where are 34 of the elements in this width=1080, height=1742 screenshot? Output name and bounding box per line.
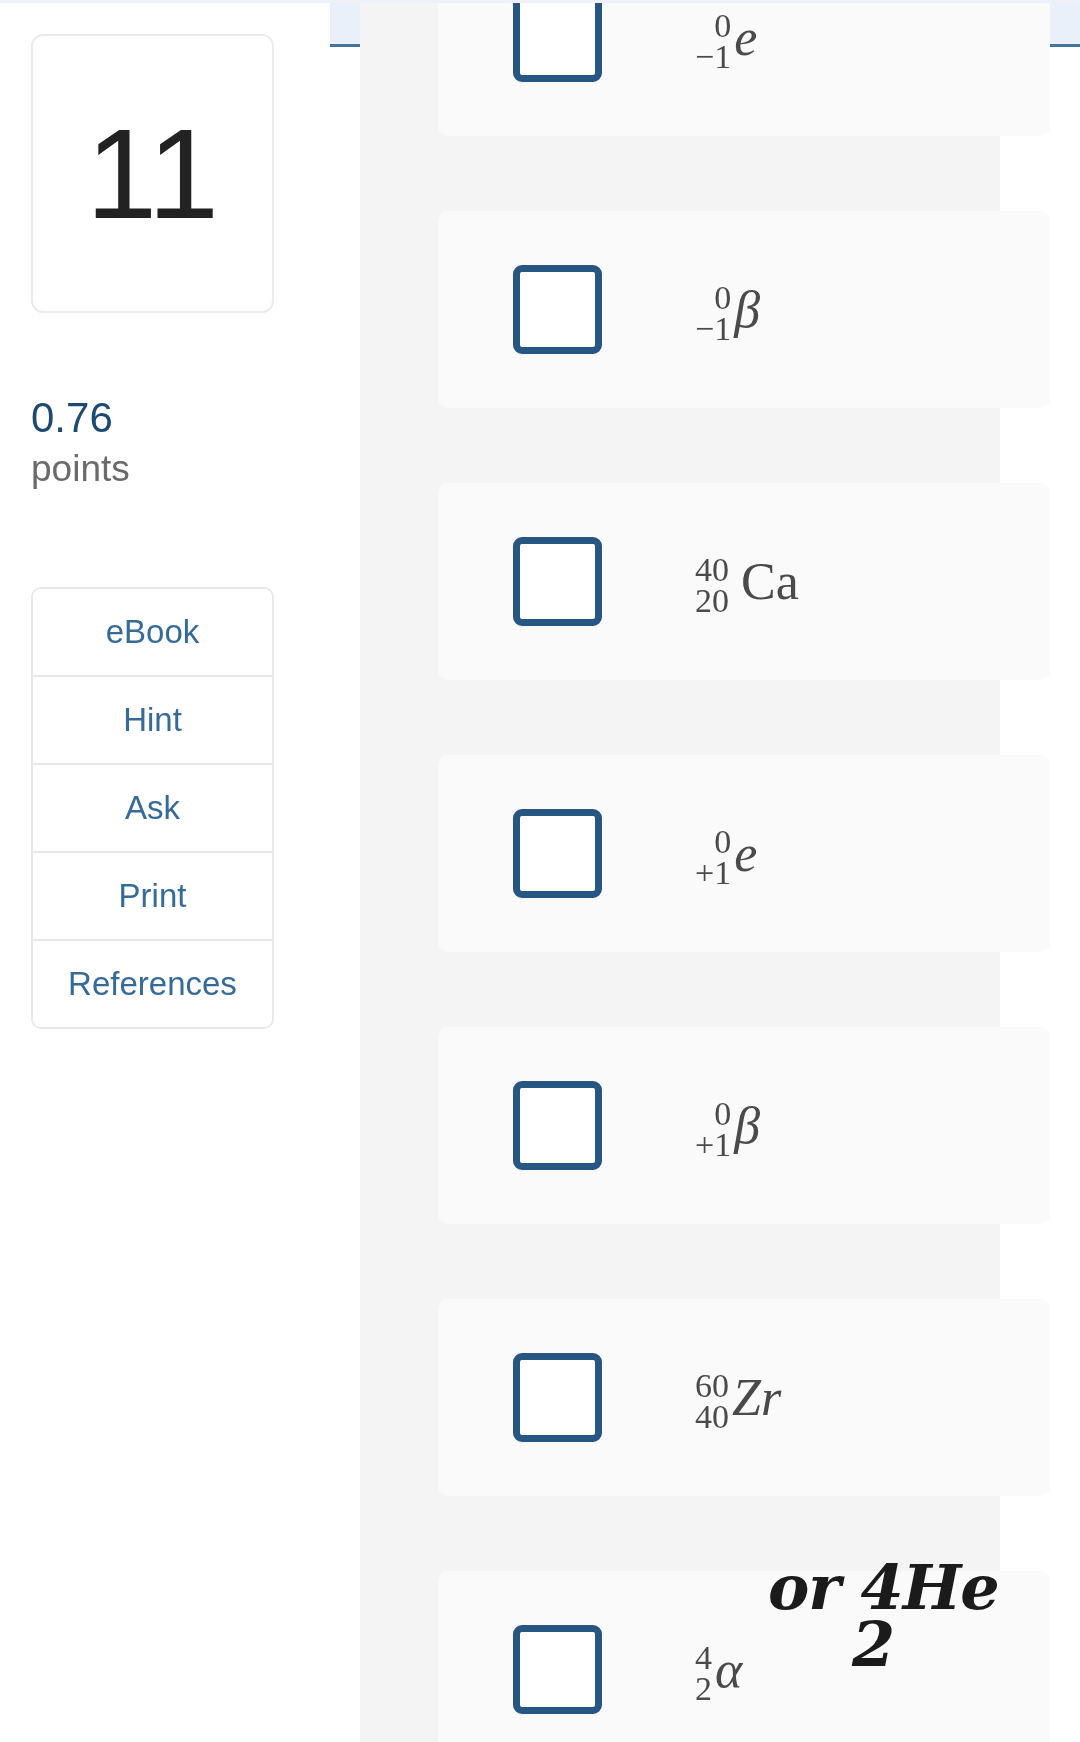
handwritten-note-subscript: 2 [852, 1617, 896, 1673]
nuclide-symbol: α [715, 1639, 743, 1700]
mass-number: 0 [714, 825, 732, 857]
mass-number: 0 [714, 9, 732, 41]
atomic-number: 20 [695, 584, 729, 616]
mass-number: 0 [714, 1097, 732, 1129]
nuclide-symbol: Ca [741, 551, 799, 612]
mass-number: 60 [695, 1369, 729, 1401]
checkbox[interactable] [513, 1625, 602, 1714]
atomic-number: +1 [695, 1128, 732, 1160]
checkbox[interactable] [513, 537, 602, 626]
nuclide-symbol: β [734, 279, 761, 340]
atomic-number: −1 [695, 312, 732, 344]
question-number: 11 [86, 109, 219, 238]
score-value: 0.76 [31, 395, 113, 441]
mass-number: 40 [695, 553, 729, 585]
nuclide-symbol: Zr [732, 1367, 782, 1428]
checkbox[interactable] [513, 809, 602, 898]
nuclide-symbol: β [734, 1095, 761, 1156]
nuclide-symbol: e [734, 7, 758, 68]
atomic-number: 40 [695, 1400, 729, 1432]
atomic-number: +1 [695, 856, 732, 888]
score-unit: points [31, 448, 130, 490]
checkbox[interactable] [513, 1081, 602, 1170]
checkbox[interactable] [513, 1353, 602, 1442]
mass-number: 4 [695, 1641, 712, 1673]
handwritten-note: or 4He [768, 1559, 999, 1617]
checkbox[interactable] [513, 265, 602, 354]
nuclide-symbol: e [734, 823, 758, 884]
atomic-number: −1 [695, 40, 732, 72]
mass-number: 0 [714, 281, 732, 313]
checkbox[interactable] [513, 3, 602, 82]
atomic-number: 2 [695, 1672, 712, 1704]
tool-button[interactable]: eBook [33, 589, 272, 677]
